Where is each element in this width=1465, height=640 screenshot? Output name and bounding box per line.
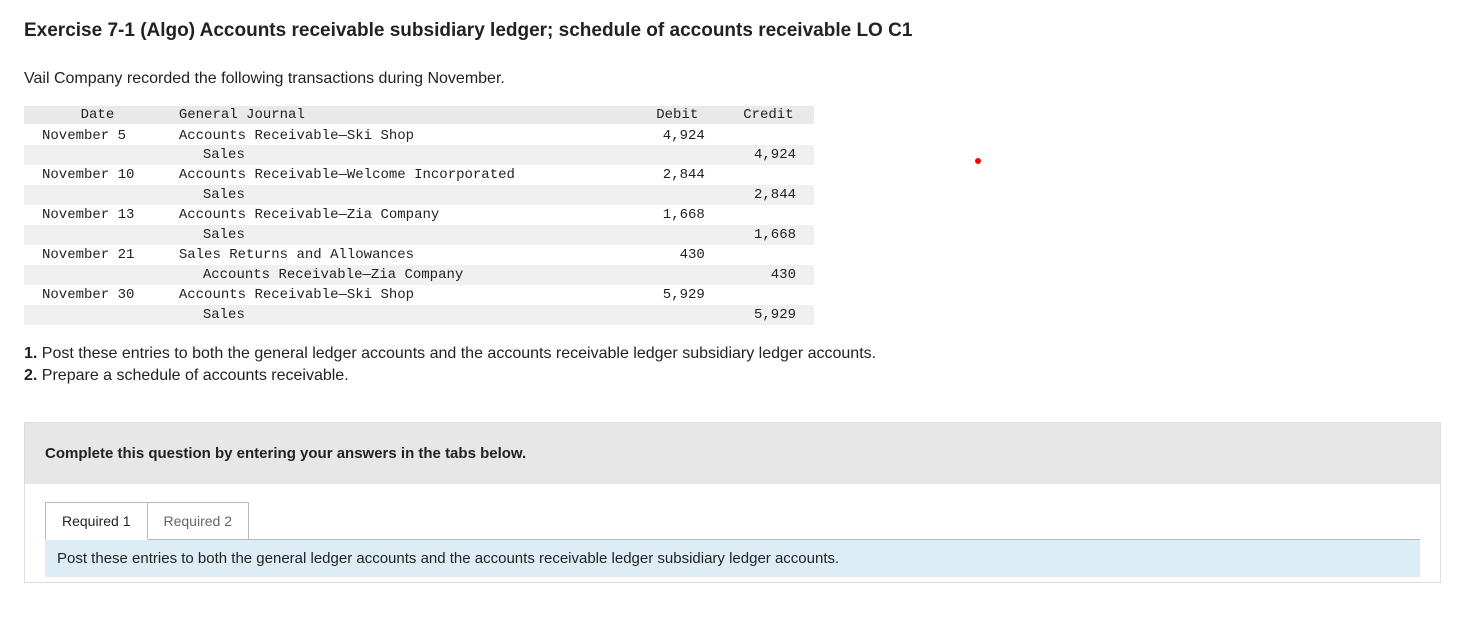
cell-debit xyxy=(632,265,723,285)
table-row: November 30Accounts Receivable—Ski Shop5… xyxy=(24,285,814,305)
cell-debit: 1,668 xyxy=(632,205,723,225)
table-row: November 21Sales Returns and Allowances4… xyxy=(24,245,814,265)
cell-date: November 21 xyxy=(24,245,171,265)
cell-debit xyxy=(632,145,723,165)
cell-description: Sales Returns and Allowances xyxy=(171,245,632,265)
cell-description: Accounts Receivable—Ski Shop xyxy=(171,285,632,305)
cell-description: Accounts Receivable—Ski Shop xyxy=(171,125,632,145)
cell-description: Accounts Receivable—Zia Company xyxy=(171,265,632,285)
red-dot-annotation xyxy=(975,158,981,164)
header-credit: Credit xyxy=(723,106,814,125)
cell-debit: 5,929 xyxy=(632,285,723,305)
intro-text: Vail Company recorded the following tran… xyxy=(24,70,1441,88)
instruction-2: 2. Prepare a schedule of accounts receiv… xyxy=(24,365,1441,387)
cell-date xyxy=(24,185,171,205)
cell-date: November 13 xyxy=(24,205,171,225)
cell-date xyxy=(24,225,171,245)
cell-date xyxy=(24,265,171,285)
cell-credit xyxy=(723,245,814,265)
table-row: Sales 5,929 xyxy=(24,305,814,325)
tab-instruction: Post these entries to both the general l… xyxy=(45,539,1420,577)
cell-credit: 5,929 xyxy=(723,305,814,325)
cell-description: Sales xyxy=(171,225,632,245)
cell-description: Accounts Receivable—Zia Company xyxy=(171,205,632,225)
tab-row: Required 1Required 2 xyxy=(25,484,1440,540)
cell-date xyxy=(24,305,171,325)
cell-description: Sales xyxy=(171,145,632,165)
header-date: Date xyxy=(24,106,171,125)
answer-banner: Complete this question by entering your … xyxy=(25,423,1440,484)
table-row: Accounts Receivable—Zia Company 430 xyxy=(24,265,814,285)
tab-required-1[interactable]: Required 1 xyxy=(45,502,148,540)
cell-credit xyxy=(723,285,814,305)
tab-required-2[interactable]: Required 2 xyxy=(148,502,250,540)
cell-description: Sales xyxy=(171,185,632,205)
header-desc: General Journal xyxy=(171,106,632,125)
cell-date: November 5 xyxy=(24,125,171,145)
cell-debit xyxy=(632,185,723,205)
cell-debit: 4,924 xyxy=(632,125,723,145)
table-row: Sales 4,924 xyxy=(24,145,814,165)
cell-description: Accounts Receivable—Welcome Incorporated xyxy=(171,165,632,185)
cell-credit: 430 xyxy=(723,265,814,285)
cell-date: November 30 xyxy=(24,285,171,305)
general-journal-table: Date General Journal Debit Credit Novemb… xyxy=(24,106,814,325)
cell-credit xyxy=(723,205,814,225)
table-row: November 5Accounts Receivable—Ski Shop4,… xyxy=(24,125,814,145)
table-row: November 10Accounts Receivable—Welcome I… xyxy=(24,165,814,185)
table-row: Sales 2,844 xyxy=(24,185,814,205)
cell-date xyxy=(24,145,171,165)
cell-debit xyxy=(632,225,723,245)
exercise-title: Exercise 7-1 (Algo) Accounts receivable … xyxy=(24,20,1441,42)
instruction-1: 1. Post these entries to both the genera… xyxy=(24,343,1441,365)
cell-credit: 4,924 xyxy=(723,145,814,165)
cell-credit xyxy=(723,165,814,185)
cell-credit: 2,844 xyxy=(723,185,814,205)
header-debit: Debit xyxy=(632,106,723,125)
cell-description: Sales xyxy=(171,305,632,325)
table-row: Sales 1,668 xyxy=(24,225,814,245)
cell-debit xyxy=(632,305,723,325)
answer-area: Complete this question by entering your … xyxy=(24,422,1441,583)
cell-credit xyxy=(723,125,814,145)
cell-date: November 10 xyxy=(24,165,171,185)
table-row: November 13Accounts Receivable—Zia Compa… xyxy=(24,205,814,225)
cell-credit: 1,668 xyxy=(723,225,814,245)
cell-debit: 430 xyxy=(632,245,723,265)
instructions: 1. Post these entries to both the genera… xyxy=(24,343,1441,386)
cell-debit: 2,844 xyxy=(632,165,723,185)
